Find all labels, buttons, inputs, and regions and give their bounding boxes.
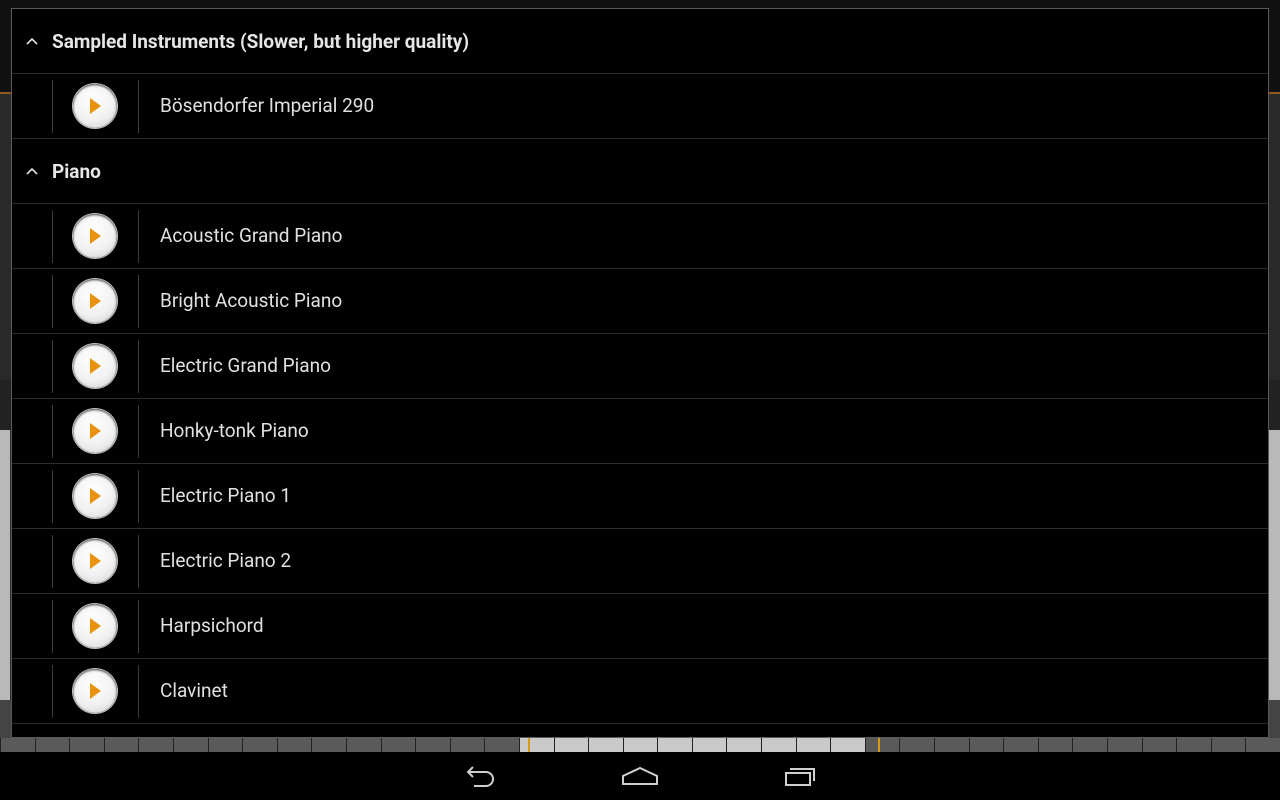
list-divider	[52, 535, 53, 588]
back-button[interactable]	[400, 752, 560, 800]
instrument-label: Acoustic Grand Piano	[160, 224, 343, 247]
list-divider	[52, 210, 53, 263]
instrument-item[interactable]: Bright Acoustic Piano	[12, 269, 1268, 334]
recents-button[interactable]	[720, 752, 880, 800]
list-divider	[138, 470, 139, 523]
list-divider	[138, 535, 139, 588]
play-icon	[90, 98, 101, 114]
instrument-label: Electric Grand Piano	[160, 354, 331, 377]
instrument-item[interactable]: Honky-tonk Piano	[12, 399, 1268, 464]
home-icon	[622, 766, 658, 785]
play-icon	[90, 358, 101, 374]
list-divider	[52, 405, 53, 458]
system-nav-bar	[0, 752, 1280, 800]
list-divider	[138, 665, 139, 718]
play-icon	[90, 683, 101, 699]
play-button[interactable]	[73, 474, 117, 518]
group-header-sampled[interactable]: Sampled Instruments (Slower, but higher …	[12, 9, 1268, 74]
play-icon	[90, 293, 101, 309]
instrument-item[interactable]: Bösendorfer Imperial 290	[12, 74, 1268, 139]
instrument-label: Bösendorfer Imperial 290	[160, 94, 375, 117]
background-left-edge	[0, 430, 10, 700]
play-icon	[90, 618, 101, 634]
instrument-picker-dialog: Sampled Instruments (Slower, but higher …	[11, 8, 1269, 738]
list-divider	[138, 600, 139, 653]
chevron-up-icon	[12, 37, 52, 45]
instrument-label: Harpsichord	[160, 614, 264, 637]
play-button[interactable]	[73, 84, 117, 128]
chevron-up-icon	[12, 167, 52, 175]
play-button[interactable]	[73, 344, 117, 388]
instrument-item[interactable]: Electric Piano 1	[12, 464, 1268, 529]
list-divider	[52, 470, 53, 523]
play-icon	[90, 228, 101, 244]
instrument-label: Clavinet	[160, 679, 228, 702]
play-icon	[90, 423, 101, 439]
group-title: Piano	[52, 159, 101, 183]
group-header-piano[interactable]: Piano	[12, 139, 1268, 204]
keyboard-range-highlight	[528, 736, 880, 752]
instrument-item[interactable]: Electric Piano 2	[12, 529, 1268, 594]
instrument-item[interactable]: Clavinet	[12, 659, 1268, 724]
home-button[interactable]	[560, 752, 720, 800]
instrument-label: Electric Piano 2	[160, 549, 292, 572]
instrument-label: Bright Acoustic Piano	[160, 289, 343, 312]
list-divider	[52, 600, 53, 653]
play-button[interactable]	[73, 604, 117, 648]
instrument-label: Electric Piano 1	[160, 484, 292, 507]
list-divider	[52, 275, 53, 328]
list-divider	[138, 210, 139, 263]
play-button[interactable]	[73, 539, 117, 583]
play-button[interactable]	[73, 409, 117, 453]
group-title: Sampled Instruments (Slower, but higher …	[52, 29, 470, 53]
play-icon	[90, 488, 101, 504]
recents-icon	[785, 768, 815, 786]
list-divider	[138, 340, 139, 393]
play-button[interactable]	[73, 214, 117, 258]
list-divider	[138, 275, 139, 328]
list-divider	[138, 405, 139, 458]
list-divider	[52, 80, 53, 133]
list-divider	[52, 340, 53, 393]
instrument-item[interactable]: Harpsichord	[12, 594, 1268, 659]
play-button[interactable]	[73, 279, 117, 323]
back-icon	[466, 766, 494, 787]
play-button[interactable]	[73, 669, 117, 713]
background-right-edge	[1268, 430, 1280, 700]
list-divider	[138, 80, 139, 133]
play-icon	[90, 553, 101, 569]
list-divider	[52, 665, 53, 718]
instrument-item[interactable]: Acoustic Grand Piano	[12, 204, 1268, 269]
instrument-label: Honky-tonk Piano	[160, 419, 309, 442]
instrument-item[interactable]: Electric Grand Piano	[12, 334, 1268, 399]
